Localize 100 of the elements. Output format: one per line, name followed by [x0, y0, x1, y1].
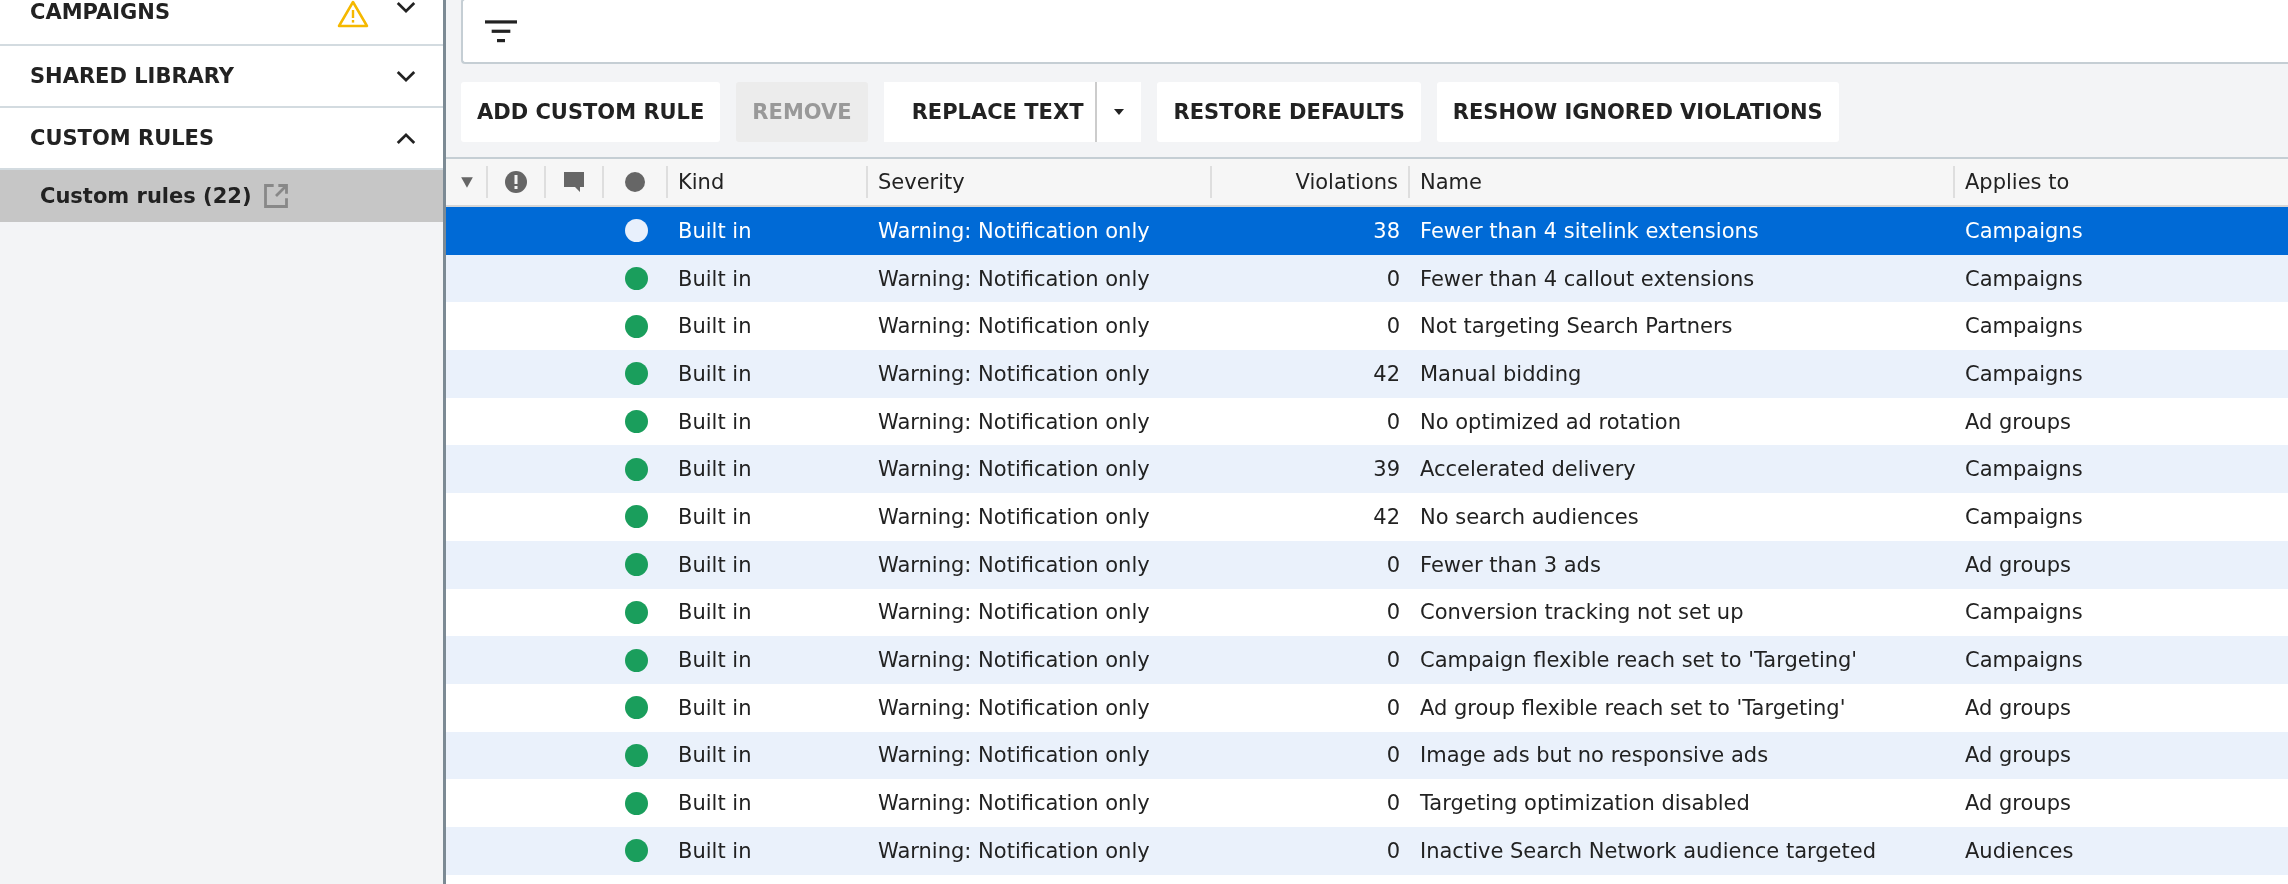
table-cell: 0	[1386, 314, 1400, 339]
table-cell: Targeting optimization disabled	[1420, 791, 1750, 816]
table-cell: 42	[1373, 504, 1400, 529]
table-cell: Ad group flexible reach set to 'Targeting'	[1420, 695, 1846, 720]
table-row[interactable]: Built in Warning: Notification only 39 Accelerated delivery Campaigns	[446, 445, 2288, 494]
table-cell: No optimized ad rotation	[1420, 409, 1681, 434]
table-cell: Fewer than 4 callout extensions	[1420, 266, 1755, 291]
table-cell: Warning: Notification only	[878, 361, 1150, 386]
table-cell: Warning: Notification only	[878, 457, 1150, 482]
section-title: CAMPAIGNS	[30, 0, 172, 24]
table-row[interactable]: Built in Warning: Notification only 0 Inactive Search Network audience targeted Audiences	[446, 826, 2288, 875]
table-cell: Built in	[678, 266, 752, 291]
section-header[interactable]: CUSTOM RULES	[0, 108, 443, 170]
table-cell: 39	[1373, 457, 1400, 482]
table-cell: Built in	[678, 218, 752, 243]
filter-icon[interactable]	[485, 19, 517, 43]
table-cell: Warning: Notification only	[878, 600, 1150, 625]
toolbar-button[interactable]: ADD CUSTOM RULE	[461, 82, 721, 142]
table-cell: Campaign flexible reach set to 'Targeting'	[1420, 648, 1858, 673]
table-cell: Campaigns	[1965, 504, 2083, 529]
section-title: SHARED LIBRARY	[30, 64, 236, 88]
table-cell: 0	[1386, 695, 1400, 720]
table-cell: Manual bidding	[1420, 361, 1582, 386]
table-cell: Warning: Notification only	[878, 791, 1150, 816]
table-cell: Built in	[678, 314, 752, 339]
column-header[interactable]: Name	[1410, 166, 1955, 198]
table-cell: Campaigns	[1965, 648, 2083, 673]
table-row[interactable]: Built in Warning: Notification only 0 Fewer than 4 callout extensions Campaigns	[446, 254, 2288, 303]
toolbar-button[interactable]: RESTORE DEFAULTS	[1157, 82, 1421, 142]
table-cell: Built in	[678, 791, 752, 816]
section-header[interactable]: CAMPAIGNS	[0, 0, 443, 46]
table-cell: Warning: Notification only	[878, 218, 1150, 243]
table-cell: Built in	[678, 743, 752, 768]
table-cell: Warning: Notification only	[878, 838, 1150, 863]
sidebar-item-label: Custom rules (22)	[40, 184, 252, 208]
table-cell: No search audiences	[1420, 504, 1639, 529]
table-cell: 0	[1386, 743, 1400, 768]
table-cell: Warning: Notification only	[878, 743, 1150, 768]
column-header[interactable]: Severity	[868, 166, 1212, 198]
caret-icon	[1113, 108, 1126, 116]
section-title: CUSTOM RULES	[30, 126, 216, 150]
table-cell: Warning: Notification only	[878, 314, 1150, 339]
table-cell: Built in	[678, 695, 752, 720]
table-cell: Campaigns	[1965, 266, 2083, 291]
chevron-up-icon	[395, 130, 417, 146]
chevron-down-icon	[395, 68, 417, 84]
table-row[interactable]: Built in Warning: Notification only 42 Manual bidding Campaigns	[446, 350, 2288, 398]
table-cell: Conversion tracking not set up	[1420, 600, 1744, 625]
sidebar-item[interactable]: Custom rules (22)	[0, 170, 443, 222]
column-header[interactable]: Kind	[668, 166, 868, 198]
table-cell: Ad groups	[1965, 743, 2071, 768]
table-cell: Image ads but no responsive ads	[1420, 743, 1769, 768]
table-cell: Ad groups	[1965, 552, 2071, 577]
column-header[interactable]: Applies to	[1955, 166, 2288, 198]
table-cell: 0	[1386, 409, 1400, 434]
table-cell: Ad groups	[1965, 409, 2071, 434]
table-cell: 0	[1386, 791, 1400, 816]
replace-text-button[interactable]: REPLACE TEXT	[883, 82, 1098, 142]
table-cell: 0	[1386, 648, 1400, 673]
table-cell: Built in	[678, 600, 752, 625]
table-cell: Built in	[678, 648, 752, 673]
table-cell: Warning: Notification only	[878, 409, 1150, 434]
table-cell: Fewer than 3 ads	[1420, 552, 1601, 577]
table-cell: 0	[1386, 600, 1400, 625]
table-cell: Not targeting Search Partners	[1420, 314, 1733, 339]
chevron-down-icon	[395, 0, 417, 15]
table-cell: Accelerated delivery	[1420, 457, 1636, 482]
table-cell: Inactive Search Network audience targeted	[1420, 838, 1876, 863]
section-header[interactable]: SHARED LIBRARY	[0, 46, 443, 108]
triangle-down-icon	[460, 175, 474, 189]
exclamation-icon	[504, 170, 528, 194]
table-cell: Campaigns	[1965, 218, 2083, 243]
table-row[interactable]: Built in Warning: Notification only 0 Image ads but no responsive ads Ad groups	[446, 731, 2288, 780]
toolbar-button[interactable]: RESHOW IGNORED VIOLATIONS	[1436, 82, 1839, 142]
table-row[interactable]: Built in Warning: Notification only 0 Fewer than 3 ads Ad groups	[446, 540, 2288, 589]
table-row[interactable]: Built in Warning: Notification only 0 Campaign flexible reach set to 'Targeting' Campaigns	[446, 636, 2288, 684]
table-cell: Campaigns	[1965, 457, 2083, 482]
table-cell: Campaigns	[1965, 600, 2083, 625]
dot-icon	[623, 170, 647, 194]
table-cell: 38	[1373, 218, 1400, 243]
table-cell: 0	[1386, 552, 1400, 577]
table-row[interactable]: Built in Warning: Notification only 38 Fewer than 4 sitelink extensions Campaigns	[446, 207, 2288, 255]
table-cell: Built in	[678, 552, 752, 577]
table-cell: Built in	[678, 457, 752, 482]
table-cell: Campaigns	[1965, 361, 2083, 386]
column-header[interactable]: Violations	[1212, 166, 1410, 198]
table-cell: 0	[1386, 838, 1400, 863]
table-cell: Campaigns	[1965, 314, 2083, 339]
table-cell: Warning: Notification only	[878, 648, 1150, 673]
table-cell: Ad groups	[1965, 791, 2071, 816]
table-cell: Built in	[678, 838, 752, 863]
table-cell: Warning: Notification only	[878, 552, 1150, 577]
table-cell: Warning: Notification only	[878, 266, 1150, 291]
table-cell: Fewer than 4 sitelink extensions	[1420, 218, 1759, 243]
table-cell: Audiences	[1965, 838, 2074, 863]
table-cell: Built in	[678, 504, 752, 529]
table-cell: Built in	[678, 409, 752, 434]
table-cell: Warning: Notification only	[878, 504, 1150, 529]
table-cell: Built in	[678, 361, 752, 386]
comment-icon	[562, 170, 586, 194]
